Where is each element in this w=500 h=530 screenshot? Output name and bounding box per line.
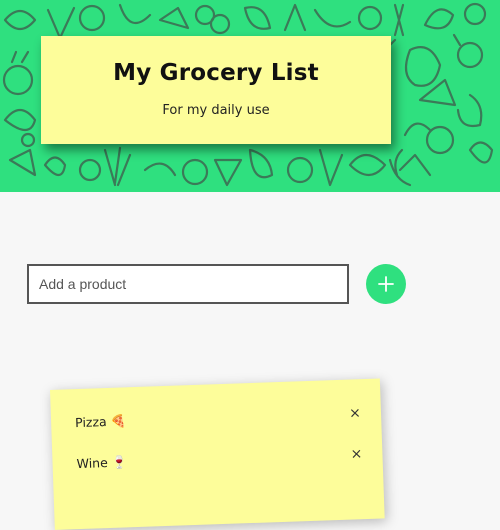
plus-icon (378, 276, 394, 292)
header-banner: My Grocery List For my daily use (0, 0, 500, 192)
remove-item-button[interactable]: × (346, 444, 367, 465)
add-product-input[interactable] (27, 264, 349, 304)
list-item: Wine 🍷 × (76, 444, 367, 478)
grocery-list: Pizza 🍕 × Wine 🍷 × (50, 378, 385, 530)
title-card: My Grocery List For my daily use (41, 36, 391, 144)
page-title: My Grocery List (113, 60, 319, 86)
remove-item-button[interactable]: × (345, 403, 366, 424)
list-item: Pizza 🍕 × (75, 403, 366, 437)
item-label: Pizza 🍕 (74, 413, 127, 431)
item-label: Wine 🍷 (76, 454, 128, 472)
page-subtitle: For my daily use (162, 103, 270, 118)
add-product-button[interactable] (366, 264, 406, 304)
